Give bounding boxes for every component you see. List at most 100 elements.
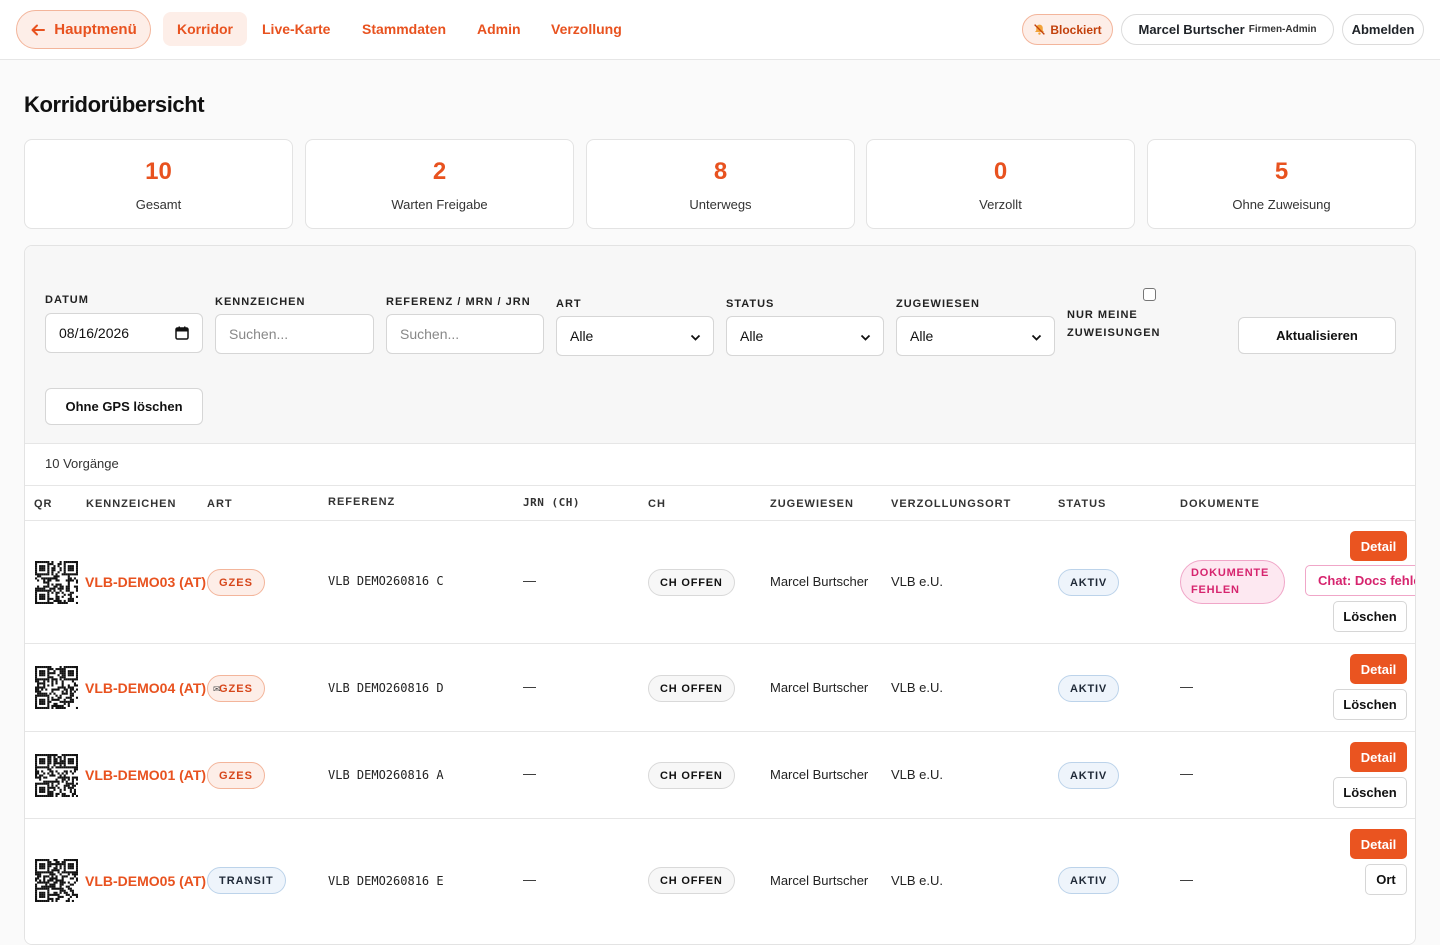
qr-module: [73, 561, 76, 564]
qr-module: [43, 891, 46, 894]
blocked-status-badge[interactable]: Blockiert: [1022, 14, 1113, 45]
delete-button[interactable]: Löschen: [1333, 689, 1407, 720]
nav-link-admin[interactable]: Admin: [463, 12, 535, 46]
qr-module: [43, 899, 46, 902]
qr-module: [71, 688, 74, 691]
qr-module: [37, 875, 40, 878]
qr-module: [45, 782, 48, 785]
qr-module: [41, 597, 44, 600]
qr-module: [57, 583, 60, 586]
qr-module: [69, 569, 72, 572]
qr-module: [63, 700, 66, 703]
status-select[interactable]: Alle: [726, 316, 884, 356]
qr-module: [47, 704, 50, 707]
qr-code-icon[interactable]: [35, 561, 78, 604]
qr-module: [35, 889, 38, 892]
kennzeichen-search-input[interactable]: Suchen...: [215, 314, 374, 354]
back-to-main-menu-button[interactable]: Hauptmenü: [16, 10, 151, 49]
qr-module: [73, 784, 76, 787]
qr-module: [59, 774, 62, 777]
qr-module: [45, 883, 48, 886]
qr-module: [67, 678, 70, 681]
qr-module: [69, 599, 72, 602]
calendar-icon[interactable]: [175, 326, 189, 340]
qr-module: [53, 887, 56, 890]
user-menu[interactable]: Marcel Burtscher Firmen-Admin: [1121, 14, 1334, 45]
qr-module: [73, 573, 76, 576]
qr-module: [35, 863, 38, 866]
qr-module: [67, 754, 70, 757]
location-button[interactable]: Ort: [1365, 864, 1407, 895]
date-input[interactable]: 08/16/2026: [45, 313, 203, 353]
qr-module: [57, 879, 60, 882]
qr-module: [41, 595, 44, 598]
detail-button[interactable]: Detail: [1350, 531, 1407, 561]
qr-module: [67, 674, 70, 677]
qr-module: [63, 573, 66, 576]
qr-module: [51, 885, 54, 888]
qr-module: [75, 589, 78, 592]
qr-code-icon[interactable]: [35, 666, 78, 709]
logout-button[interactable]: Abmelden: [1342, 14, 1424, 45]
delete-button[interactable]: Löschen: [1333, 601, 1407, 632]
qr-module: [51, 563, 54, 566]
qr-module: [57, 686, 60, 689]
qr-module: [75, 863, 78, 866]
qr-module: [41, 865, 44, 868]
qr-module: [75, 861, 78, 864]
qr-module: [35, 672, 38, 675]
qr-module: [57, 766, 60, 769]
clear-without-gps-button[interactable]: Ohne GPS löschen: [45, 388, 203, 425]
detail-button[interactable]: Detail: [1350, 742, 1407, 772]
plate-link[interactable]: VLB-DEMO01 (AT): [85, 767, 206, 783]
qr-code-icon[interactable]: [35, 754, 78, 797]
qr-module: [63, 666, 66, 669]
qr-module: [37, 881, 40, 884]
plate-link[interactable]: VLB-DEMO04 (AT): [85, 680, 206, 696]
nav-link-korridor[interactable]: Korridor: [163, 12, 247, 46]
qr-module: [51, 704, 54, 707]
nur-meine-zuweisungen-checkbox[interactable]: [1143, 288, 1156, 301]
qr-module: [47, 865, 50, 868]
qr-module: [63, 601, 66, 604]
qr-module: [43, 674, 46, 677]
qr-module: [71, 766, 74, 769]
qr-module: [65, 589, 68, 592]
qr-module: [41, 760, 44, 763]
qr-module: [61, 668, 64, 671]
qr-module: [67, 762, 70, 765]
qr-module: [37, 678, 40, 681]
qr-module: [65, 688, 68, 691]
zugewiesen-select[interactable]: Alle: [896, 316, 1055, 356]
qr-module: [63, 688, 66, 691]
qr-module: [45, 585, 48, 588]
qr-module: [37, 690, 40, 693]
detail-button[interactable]: Detail: [1350, 829, 1407, 859]
detail-button[interactable]: Detail: [1350, 654, 1407, 684]
qr-module: [53, 867, 56, 870]
referenz-search-input[interactable]: Suchen...: [386, 314, 544, 354]
kennzeichen-label: Kennzeichen: [215, 296, 306, 308]
qr-module: [37, 589, 40, 592]
qr-module: [39, 700, 42, 703]
art-select[interactable]: Alle: [556, 316, 714, 356]
nav-link-stammdaten[interactable]: Stammdaten: [348, 12, 460, 46]
qr-module: [67, 766, 70, 769]
qr-module: [61, 674, 64, 677]
plate-link[interactable]: VLB-DEMO03 (AT): [85, 574, 206, 590]
nav-link-verzollung[interactable]: Verzollung: [537, 12, 636, 46]
delete-button[interactable]: Löschen: [1333, 777, 1407, 808]
qr-module: [75, 873, 78, 876]
qr-module: [47, 593, 50, 596]
refresh-button[interactable]: Aktualisieren: [1238, 317, 1396, 354]
qr-code-icon[interactable]: [35, 859, 78, 902]
chat-docs-missing-button[interactable]: Chat: Docs fehlen: [1305, 565, 1415, 596]
qr-module: [71, 893, 74, 896]
plate-link[interactable]: VLB-DEMO05 (AT): [85, 873, 206, 889]
qr-module: [47, 702, 50, 705]
qr-module: [65, 871, 68, 874]
qr-module: [47, 583, 50, 586]
qr-module: [63, 889, 66, 892]
jrn-value: —: [523, 766, 536, 781]
nav-link-live-karte[interactable]: Live-Karte: [248, 12, 344, 46]
